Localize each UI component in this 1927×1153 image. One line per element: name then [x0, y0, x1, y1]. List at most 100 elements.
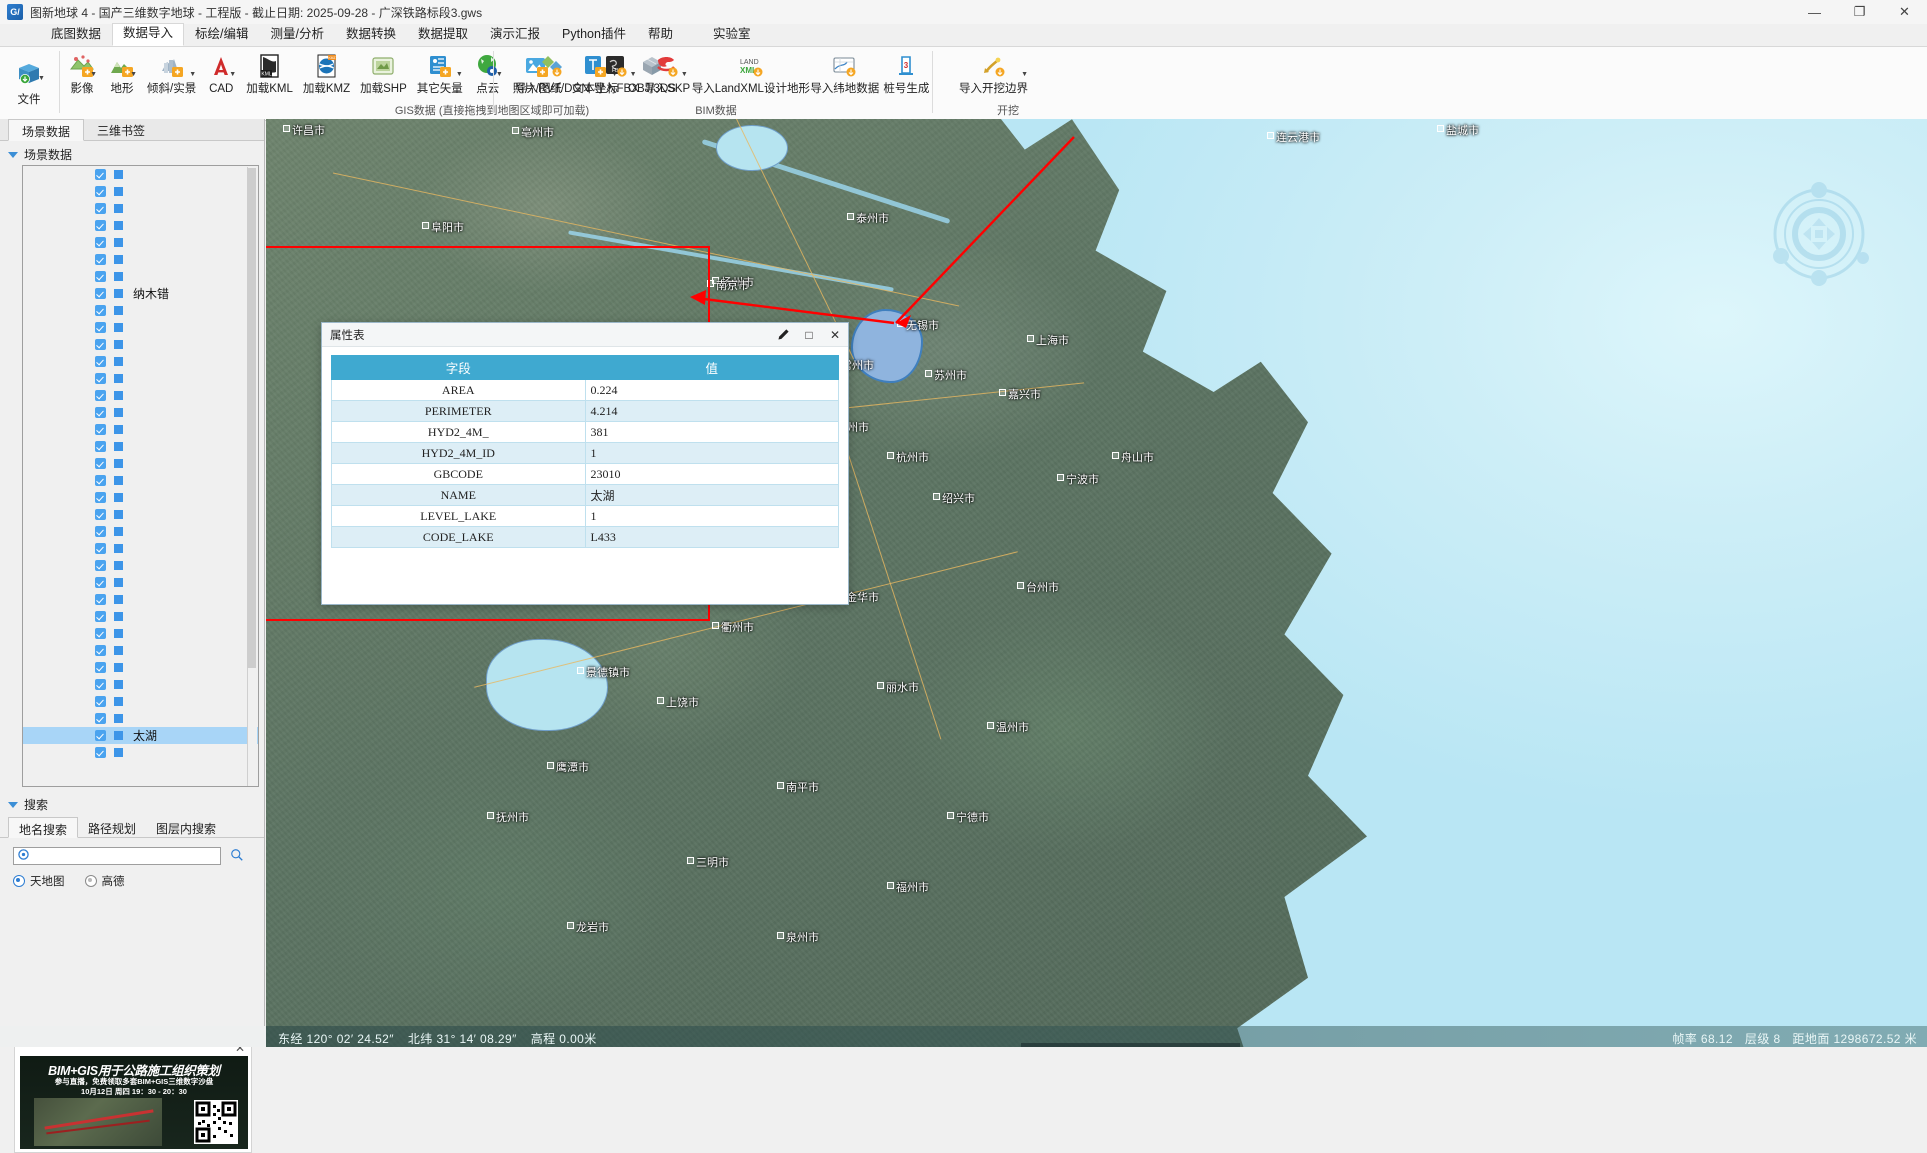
tree-item-20[interactable] — [23, 506, 258, 523]
tree-item-checkbox[interactable] — [95, 679, 106, 690]
attribute-row[interactable]: AREA 0.224 — [331, 379, 839, 401]
tree-item-16[interactable] — [23, 438, 258, 455]
attribute-table-dialog[interactable]: 属性表 □ ✕ 字段 值 AREA 0.224 PERIMETER 4.214 … — [321, 322, 849, 605]
tree-item-29[interactable] — [23, 659, 258, 676]
attribute-row[interactable]: HYD2_4M_ 381 — [331, 421, 839, 443]
tree-item-17[interactable] — [23, 455, 258, 472]
dialog-close-button[interactable]: ✕ — [822, 324, 848, 346]
chevron-down-icon[interactable]: ▼ — [630, 71, 637, 78]
tree-item-24[interactable] — [23, 574, 258, 591]
tree-item-34[interactable] — [23, 744, 258, 761]
scene-data-section-header[interactable]: 场景数据 — [0, 145, 264, 164]
tree-item-checkbox[interactable] — [95, 696, 106, 707]
menu-item-help[interactable]: 帮助 — [637, 24, 684, 46]
tab-3d-bookmarks[interactable]: 三维书签 — [84, 119, 158, 140]
tree-item-checkbox[interactable] — [95, 322, 106, 333]
scene-data-tree[interactable]: 纳木错 太湖 — [22, 165, 259, 787]
chevron-down-icon[interactable]: ▼ — [130, 71, 137, 78]
tree-item-25[interactable] — [23, 591, 258, 608]
chevron-down-icon[interactable]: ▼ — [681, 71, 688, 78]
tree-item-checkbox[interactable] — [95, 747, 106, 758]
attribute-row[interactable]: PERIMETER 4.214 — [331, 400, 839, 422]
tree-item-checkbox[interactable] — [95, 356, 106, 367]
tree-item-10[interactable] — [23, 336, 258, 353]
search-input[interactable] — [13, 847, 221, 865]
ribbon-button-import-skp[interactable]: 导入SKP ▼ — [642, 49, 693, 96]
ribbon-button-imagery[interactable]: 影像 ▼ — [62, 49, 102, 96]
tree-item-checkbox[interactable] — [95, 271, 106, 282]
tree-item-2[interactable] — [23, 200, 258, 217]
tree-item-23[interactable] — [23, 557, 258, 574]
tree-item-7[interactable]: 纳木错 — [23, 285, 258, 302]
tree-scrollbar-thumb[interactable] — [247, 168, 256, 668]
ribbon-button-import-landxml[interactable]: LAND XML 导入LandXML设计地形 — [692, 49, 810, 96]
tree-item-5[interactable] — [23, 251, 258, 268]
tree-item-28[interactable] — [23, 642, 258, 659]
tree-item-checkbox[interactable] — [95, 407, 106, 418]
ribbon-button-cad[interactable]: CAD ▼ — [201, 49, 241, 96]
tree-item-checkbox[interactable] — [95, 492, 106, 503]
tree-scrollbar[interactable] — [247, 167, 257, 786]
tree-item-8[interactable] — [23, 302, 258, 319]
navigation-compass-icon[interactable] — [1759, 174, 1879, 294]
tree-item-checkbox[interactable] — [95, 509, 106, 520]
tree-item-18[interactable] — [23, 472, 258, 489]
dialog-maximize-button[interactable]: □ — [796, 324, 822, 346]
chevron-down-icon[interactable]: ▼ — [1021, 71, 1028, 78]
tree-item-checkbox[interactable] — [95, 373, 106, 384]
maximize-button[interactable]: ❐ — [1837, 0, 1882, 24]
tree-item-14[interactable] — [23, 404, 258, 421]
tree-item-checkbox[interactable] — [95, 645, 106, 656]
tree-item-checkbox[interactable] — [95, 730, 106, 741]
tree-item-27[interactable] — [23, 625, 258, 642]
ribbon-file-button[interactable]: 文件 ▼ — [0, 47, 58, 119]
close-button[interactable]: ✕ — [1882, 0, 1927, 24]
tree-item-checkbox[interactable] — [95, 339, 106, 350]
tree-item-12[interactable] — [23, 370, 258, 387]
tree-item-checkbox[interactable] — [95, 441, 106, 452]
menu-item-data-import[interactable]: 数据导入 — [112, 23, 185, 46]
minimize-button[interactable]: — — [1792, 0, 1837, 24]
tree-item-1[interactable] — [23, 183, 258, 200]
attribute-row[interactable]: HYD2_4M_ID 1 — [331, 442, 839, 464]
tree-item-checkbox[interactable] — [95, 628, 106, 639]
tree-item-checkbox[interactable] — [95, 577, 106, 588]
ribbon-button-import-rvt-dgn[interactable]: 导入RVT/DGN — [514, 49, 591, 96]
tree-item-checkbox[interactable] — [95, 254, 106, 265]
ribbon-button-other-vector[interactable]: 其它矢量 ▼ — [412, 49, 468, 96]
menu-item-measure-analysis[interactable]: 测量/分析 — [260, 24, 335, 46]
menu-item-data-extract[interactable]: 数据提取 — [407, 24, 479, 46]
chevron-down-icon[interactable]: ▼ — [189, 71, 196, 78]
tree-item-22[interactable] — [23, 540, 258, 557]
menu-item-python-plugin[interactable]: Python插件 — [551, 24, 637, 46]
tree-item-checkbox[interactable] — [95, 203, 106, 214]
menu-item-annotate-edit[interactable]: 标绘/编辑 — [184, 24, 259, 46]
tree-item-checkbox[interactable] — [95, 611, 106, 622]
tree-item-31[interactable] — [23, 693, 258, 710]
menu-item-data-convert[interactable]: 数据转换 — [335, 24, 407, 46]
tree-item-checkbox[interactable] — [95, 458, 106, 469]
tree-item-checkbox[interactable] — [95, 560, 106, 571]
tab-layer-search[interactable]: 图层内搜索 — [146, 817, 226, 837]
magnifier-icon[interactable] — [230, 848, 244, 865]
attribute-row[interactable]: NAME 太湖 — [331, 484, 839, 506]
tab-route-planning[interactable]: 路径规划 — [78, 817, 146, 837]
attribute-row[interactable]: GBCODE 23010 — [331, 463, 839, 485]
search-section-header[interactable]: 搜索 — [0, 795, 264, 814]
tree-item-6[interactable] — [23, 268, 258, 285]
attribute-row[interactable]: LEVEL_LAKE 1 — [331, 505, 839, 527]
tree-item-0[interactable] — [23, 166, 258, 183]
ribbon-button-load-kmz[interactable]: KMZ 加载KMZ — [298, 49, 355, 96]
tree-item-15[interactable] — [23, 421, 258, 438]
tree-item-checkbox[interactable] — [95, 662, 106, 673]
tree-item-checkbox[interactable] — [95, 220, 106, 231]
ribbon-button-import-excavation-boundary[interactable]: 导入开挖边界 ▼ — [954, 49, 1033, 96]
ribbon-button-import-weidi[interactable]: 导入纬地数据 — [809, 49, 881, 96]
dialog-edit-button[interactable] — [770, 324, 796, 346]
tree-item-32[interactable] — [23, 710, 258, 727]
tree-item-21[interactable] — [23, 523, 258, 540]
tab-scene-data[interactable]: 场景数据 — [8, 119, 85, 141]
radio-tianditu[interactable]: 天地图 — [13, 873, 65, 889]
tree-item-9[interactable] — [23, 319, 258, 336]
chevron-down-icon[interactable]: ▼ — [229, 71, 236, 78]
